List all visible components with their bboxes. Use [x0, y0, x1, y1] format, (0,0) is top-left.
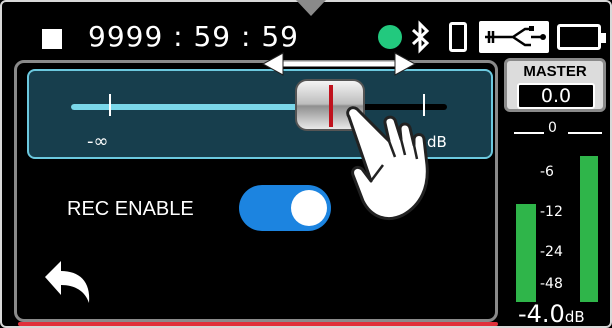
panel-bottom-accent — [18, 322, 498, 326]
rec-enable-label: REC ENABLE — [67, 198, 194, 220]
fader-panel: -∞ dB REC ENABLE — [14, 52, 498, 322]
meter-scale-label: -6 — [540, 164, 554, 180]
meter-bar-left — [516, 204, 536, 302]
meter-zero-line-right — [568, 132, 602, 134]
master-value: 0.0 — [540, 85, 572, 107]
master-label: MASTER — [523, 63, 587, 80]
meter-zero-line-left — [514, 132, 544, 134]
master-value-box: 0.0 — [517, 83, 595, 109]
fader-min-label: -∞ — [87, 131, 109, 152]
meter-scale-label: -48 — [540, 276, 563, 292]
meter-scale-label: -12 — [540, 204, 563, 220]
phone-icon — [449, 22, 467, 52]
master-meter: MASTER 0.0 0 -6 -12 -24 -48 -4.0dB — [504, 58, 610, 328]
battery-icon — [557, 24, 606, 50]
drag-arrow-icon — [261, 52, 417, 76]
rec-indicator-icon — [378, 25, 402, 49]
meter-readout-unit: dB — [564, 308, 585, 326]
meter-readout: -4.0dB — [518, 300, 585, 328]
usb-power-icon — [479, 21, 549, 53]
rec-enable-toggle[interactable] — [239, 185, 331, 231]
fader-tick-min — [109, 94, 111, 116]
meter-bar-right — [580, 156, 598, 302]
touch-hand-icon — [346, 106, 429, 220]
meter-readout-value: -4.0 — [518, 300, 565, 328]
meter-scale-label: -24 — [540, 244, 563, 260]
back-arrow-icon[interactable] — [41, 259, 97, 307]
rec-enable-toggle-knob — [291, 190, 327, 226]
meter-scale-label: 0 — [548, 120, 557, 136]
stop-icon — [42, 29, 62, 49]
master-box[interactable]: MASTER 0.0 — [504, 58, 606, 112]
fader-knob-indicator — [329, 85, 334, 127]
